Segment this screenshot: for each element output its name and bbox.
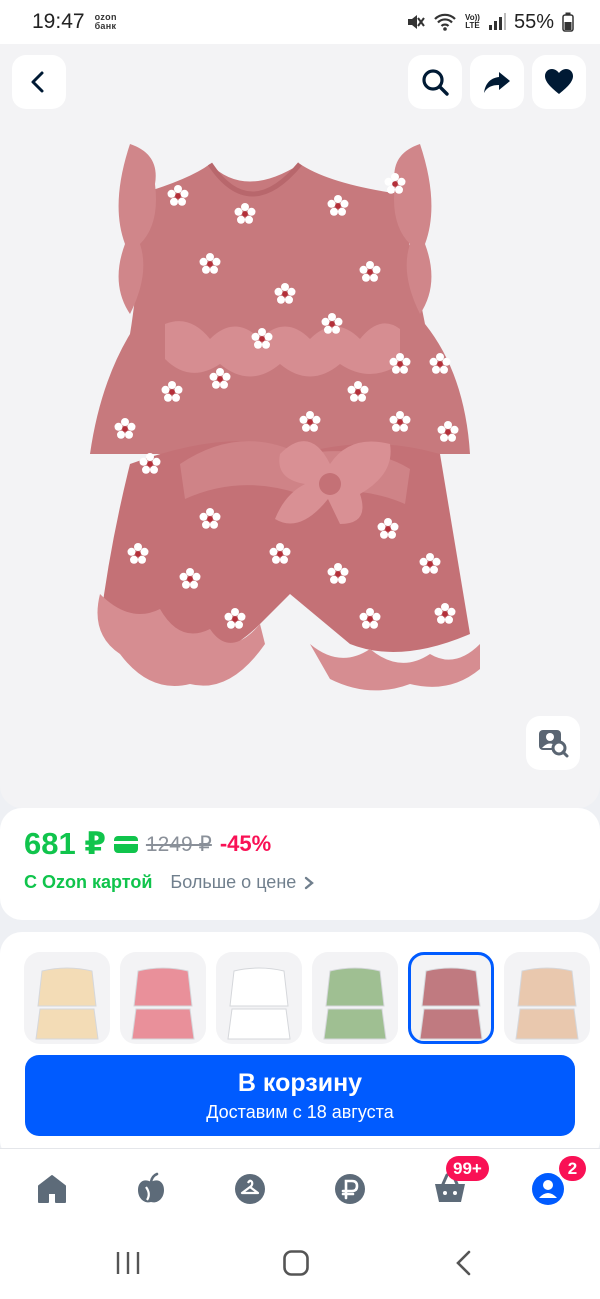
- recent-apps-button[interactable]: [108, 1248, 148, 1278]
- ozon-card-label: С Ozon картой: [24, 872, 153, 892]
- search-button[interactable]: [408, 55, 462, 109]
- bottom-tab-bar: 99+ 2: [0, 1148, 600, 1226]
- variant-image: [131, 967, 195, 1040]
- price-section: 681 ₽ 1249 ₽ -45% С Ozon картой Больше о…: [0, 808, 600, 920]
- variant-list: [24, 952, 590, 1044]
- back-system-button[interactable]: [444, 1248, 484, 1278]
- variant-image: [323, 967, 387, 1040]
- recent-apps-icon: [116, 1252, 140, 1274]
- price-row: 681 ₽ 1249 ₽ -45%: [24, 824, 576, 864]
- ozon-card-icon: [113, 835, 138, 853]
- discount-badge: -45%: [219, 831, 272, 856]
- volte-icon: Vo)) LTE: [465, 14, 480, 30]
- home-square-icon: [283, 1250, 309, 1276]
- tab-finance[interactable]: [330, 1169, 370, 1209]
- variant-thumbnail[interactable]: [504, 952, 590, 1044]
- home-icon: [38, 1175, 66, 1203]
- hanger-icon: [235, 1174, 265, 1204]
- ozon-bank-status-icon: ozon банк: [95, 13, 117, 31]
- variant-image: [515, 967, 579, 1040]
- tab-fresh[interactable]: [131, 1169, 171, 1209]
- variant-thumbnail-selected[interactable]: [408, 952, 494, 1044]
- search-icon: [422, 69, 449, 96]
- back-arrow-icon: [31, 71, 44, 93]
- favorite-button[interactable]: [532, 55, 586, 109]
- product-gallery[interactable]: [0, 44, 600, 808]
- system-navigation-bar: [0, 1226, 600, 1299]
- delivery-date-label: Доставим с 18 августа: [206, 1101, 394, 1122]
- battery-percent: 55%: [513, 10, 554, 33]
- tab-catalog[interactable]: [230, 1169, 270, 1209]
- current-price: 681 ₽: [24, 826, 106, 861]
- back-chevron-icon: [456, 1250, 471, 1276]
- variant-image: [419, 967, 483, 1040]
- mute-icon: [408, 15, 425, 29]
- signal-icon: [488, 13, 506, 30]
- volte-line2: LTE: [465, 21, 480, 30]
- ruble-icon: [335, 1174, 365, 1204]
- status-indicators: Vo)) LTE 55%: [405, 11, 574, 34]
- wifi-icon: [434, 13, 456, 31]
- status-time: 19:47: [32, 10, 85, 33]
- more-about-price-link[interactable]: Больше о цене: [170, 872, 315, 893]
- variant-thumbnail[interactable]: [24, 952, 110, 1044]
- product-image[interactable]: [70, 124, 500, 704]
- more-about-price-label: Больше о цене: [170, 872, 297, 892]
- variant-thumbnail[interactable]: [216, 952, 302, 1044]
- profile-badge: 2: [559, 1156, 586, 1181]
- visual-search-icon: [539, 730, 569, 758]
- back-button[interactable]: [12, 55, 66, 109]
- ozon-bank-line2: банк: [94, 21, 117, 31]
- status-bar: 19:47 ozon банк Vo)) LTE 55%: [0, 0, 600, 44]
- tab-home[interactable]: [32, 1169, 72, 1209]
- cart-badge: 99+: [446, 1156, 489, 1181]
- share-button[interactable]: [470, 55, 524, 109]
- variant-thumbnail[interactable]: [312, 952, 398, 1044]
- profile-icon: [532, 1173, 564, 1205]
- home-system-button[interactable]: [276, 1248, 316, 1278]
- add-to-cart-label: В корзину: [237, 1068, 363, 1097]
- chevron-right-icon: [305, 876, 315, 889]
- variant-image: [227, 967, 291, 1040]
- old-price: 1249 ₽: [145, 832, 212, 856]
- variant-image: [35, 967, 99, 1040]
- price-sub-row: С Ozon картой Больше о цене: [24, 872, 576, 893]
- visual-search-button[interactable]: [526, 716, 580, 770]
- share-icon: [484, 72, 510, 93]
- apple-icon: [138, 1172, 164, 1203]
- add-to-cart-button[interactable]: В корзину Доставим с 18 августа: [25, 1055, 575, 1136]
- battery-icon: [562, 12, 574, 32]
- heart-icon: [545, 69, 573, 94]
- variant-thumbnail[interactable]: [120, 952, 206, 1044]
